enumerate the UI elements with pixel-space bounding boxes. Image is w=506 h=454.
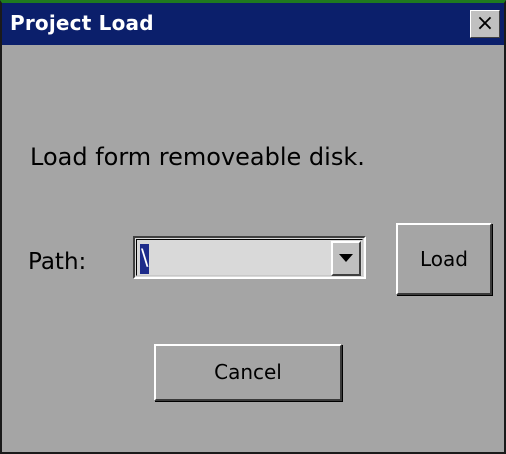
- cancel-button[interactable]: Cancel: [154, 344, 342, 401]
- load-message: Load form removeable disk.: [30, 143, 365, 171]
- path-combobox-field[interactable]: \: [136, 239, 363, 276]
- path-label: Path:: [28, 249, 87, 275]
- title-bar[interactable]: Project Load ×: [2, 3, 504, 45]
- close-icon: ×: [475, 11, 495, 36]
- path-combobox[interactable]: \: [133, 236, 366, 279]
- triangle-down-icon: [339, 254, 353, 262]
- project-load-dialog: Project Load × Load form removeable disk…: [0, 0, 506, 454]
- path-dropdown-button[interactable]: [331, 241, 361, 276]
- close-button[interactable]: ×: [470, 10, 500, 38]
- load-button[interactable]: Load: [396, 223, 492, 295]
- window-title: Project Load: [10, 11, 154, 35]
- path-value[interactable]: \: [140, 244, 150, 274]
